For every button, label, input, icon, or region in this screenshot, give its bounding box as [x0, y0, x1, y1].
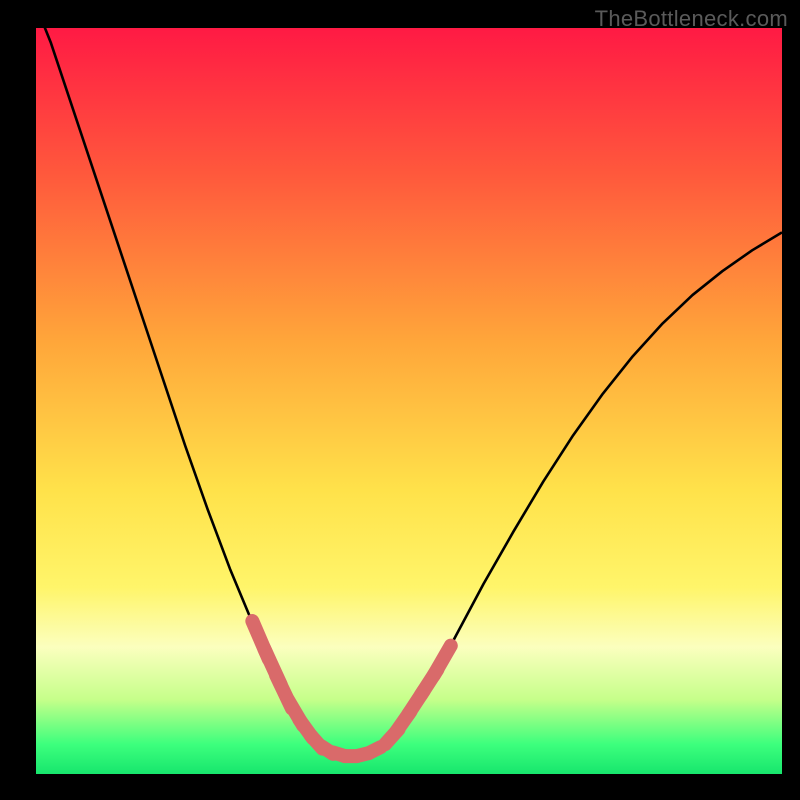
- bottleneck-chart: [0, 0, 800, 800]
- plot-background: [36, 28, 782, 774]
- watermark-text: TheBottleneck.com: [595, 6, 788, 32]
- chart-stage: TheBottleneck.com: [0, 0, 800, 800]
- highlight-tick: [369, 747, 381, 753]
